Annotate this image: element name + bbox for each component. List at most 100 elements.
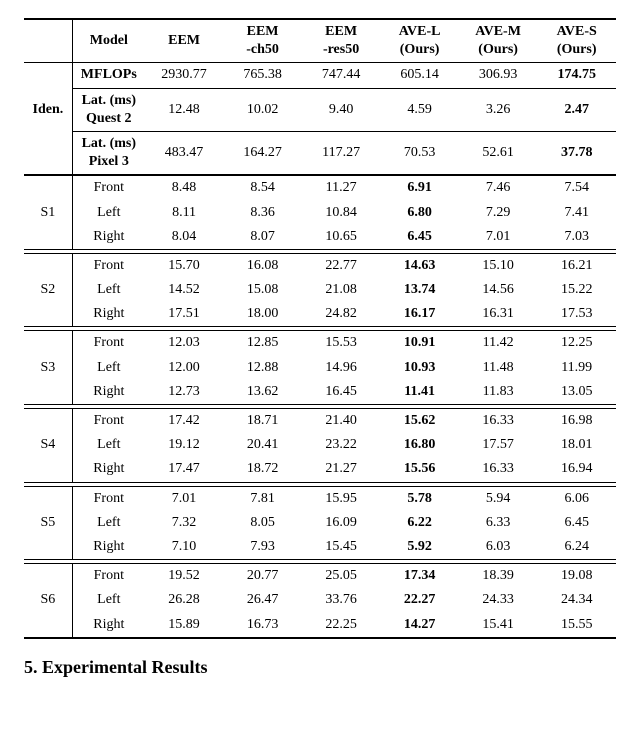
mflops-val: 306.93 bbox=[459, 63, 538, 88]
value-cell: 5.78 bbox=[380, 487, 459, 511]
value-cell: 11.99 bbox=[537, 356, 616, 380]
value-cell: 12.00 bbox=[145, 356, 224, 380]
value-cell: 17.57 bbox=[459, 433, 538, 457]
header-col: AVE-S(Ours) bbox=[537, 19, 616, 63]
view-label: Right bbox=[72, 535, 144, 560]
value-cell: 18.39 bbox=[459, 564, 538, 588]
value-cell: 17.47 bbox=[145, 457, 224, 482]
view-label: Right bbox=[72, 457, 144, 482]
value-cell: 5.92 bbox=[380, 535, 459, 560]
header-col: AVE-L(Ours) bbox=[380, 19, 459, 63]
value-cell: 33.76 bbox=[302, 588, 381, 612]
value-cell: 16.21 bbox=[537, 254, 616, 278]
value-cell: 16.33 bbox=[459, 457, 538, 482]
value-cell: 18.00 bbox=[223, 302, 302, 327]
iden-spacer bbox=[24, 131, 72, 175]
value-cell: 15.08 bbox=[223, 278, 302, 302]
value-cell: 12.88 bbox=[223, 356, 302, 380]
value-cell: 6.03 bbox=[459, 535, 538, 560]
value-cell: 15.45 bbox=[302, 535, 381, 560]
value-cell: 21.08 bbox=[302, 278, 381, 302]
header-col: EEM-ch50 bbox=[223, 19, 302, 63]
value-cell: 22.27 bbox=[380, 588, 459, 612]
value-cell: 14.96 bbox=[302, 356, 381, 380]
value-cell: 16.73 bbox=[223, 613, 302, 637]
view-label: Right bbox=[72, 380, 144, 405]
value-cell: 15.53 bbox=[302, 331, 381, 355]
value-cell: 15.95 bbox=[302, 487, 381, 511]
value-cell: 24.34 bbox=[537, 588, 616, 612]
mflops-val: 605.14 bbox=[380, 63, 459, 88]
lat-quest2-val: 9.40 bbox=[302, 88, 381, 131]
value-cell: 15.10 bbox=[459, 254, 538, 278]
mflops-val: 2930.77 bbox=[145, 63, 224, 88]
value-cell: 13.74 bbox=[380, 278, 459, 302]
lat-pixel3-val: 52.61 bbox=[459, 131, 538, 175]
value-cell: 16.45 bbox=[302, 380, 381, 405]
value-cell: 16.31 bbox=[459, 302, 538, 327]
mflops-val: 174.75 bbox=[537, 63, 616, 88]
value-cell: 8.05 bbox=[223, 511, 302, 535]
value-cell: 6.91 bbox=[380, 175, 459, 200]
value-cell: 7.32 bbox=[145, 511, 224, 535]
value-cell: 17.34 bbox=[380, 564, 459, 588]
iden-spacer bbox=[24, 63, 72, 88]
value-cell: 19.52 bbox=[145, 564, 224, 588]
value-cell: 16.08 bbox=[223, 254, 302, 278]
value-cell: 15.41 bbox=[459, 613, 538, 637]
value-cell: 7.46 bbox=[459, 175, 538, 200]
value-cell: 11.48 bbox=[459, 356, 538, 380]
value-cell: 18.72 bbox=[223, 457, 302, 482]
subject-label: S1 bbox=[24, 175, 72, 249]
lat-quest2-val: 10.02 bbox=[223, 88, 302, 131]
lat-pixel3-label: Lat. (ms)Pixel 3 bbox=[72, 131, 144, 175]
mflops-val: 747.44 bbox=[302, 63, 381, 88]
value-cell: 26.28 bbox=[145, 588, 224, 612]
value-cell: 25.05 bbox=[302, 564, 381, 588]
table-end-rule bbox=[24, 637, 616, 638]
value-cell: 15.89 bbox=[145, 613, 224, 637]
value-cell: 7.01 bbox=[459, 225, 538, 250]
value-cell: 11.42 bbox=[459, 331, 538, 355]
value-cell: 26.47 bbox=[223, 588, 302, 612]
value-cell: 8.04 bbox=[145, 225, 224, 250]
value-cell: 7.81 bbox=[223, 487, 302, 511]
view-label: Left bbox=[72, 278, 144, 302]
lat-quest2-val: 3.26 bbox=[459, 88, 538, 131]
header-model: Model bbox=[72, 19, 144, 63]
value-cell: 20.77 bbox=[223, 564, 302, 588]
value-cell: 13.05 bbox=[537, 380, 616, 405]
section-heading: 5. Experimental Results bbox=[24, 657, 616, 678]
view-label: Left bbox=[72, 511, 144, 535]
view-label: Front bbox=[72, 487, 144, 511]
value-cell: 20.41 bbox=[223, 433, 302, 457]
view-label: Right bbox=[72, 302, 144, 327]
lat-pixel3-val: 37.78 bbox=[537, 131, 616, 175]
value-cell: 14.56 bbox=[459, 278, 538, 302]
subject-label: S2 bbox=[24, 254, 72, 327]
view-label: Left bbox=[72, 356, 144, 380]
value-cell: 17.42 bbox=[145, 409, 224, 433]
value-cell: 6.06 bbox=[537, 487, 616, 511]
value-cell: 7.29 bbox=[459, 201, 538, 225]
value-cell: 12.25 bbox=[537, 331, 616, 355]
lat-pixel3-val: 164.27 bbox=[223, 131, 302, 175]
subject-label: S5 bbox=[24, 487, 72, 560]
subject-label: S6 bbox=[24, 564, 72, 637]
value-cell: 6.33 bbox=[459, 511, 538, 535]
lat-quest2-label: Lat. (ms)Quest 2 bbox=[72, 88, 144, 131]
lat-quest2-val: 4.59 bbox=[380, 88, 459, 131]
value-cell: 11.27 bbox=[302, 175, 381, 200]
value-cell: 15.55 bbox=[537, 613, 616, 637]
value-cell: 16.33 bbox=[459, 409, 538, 433]
value-cell: 23.22 bbox=[302, 433, 381, 457]
view-label: Left bbox=[72, 201, 144, 225]
view-label: Right bbox=[72, 613, 144, 637]
header-col: EEM bbox=[145, 19, 224, 63]
value-cell: 16.17 bbox=[380, 302, 459, 327]
value-cell: 6.45 bbox=[380, 225, 459, 250]
value-cell: 14.52 bbox=[145, 278, 224, 302]
mflops-label: MFLOPs bbox=[72, 63, 144, 88]
view-label: Front bbox=[72, 331, 144, 355]
value-cell: 10.84 bbox=[302, 201, 381, 225]
